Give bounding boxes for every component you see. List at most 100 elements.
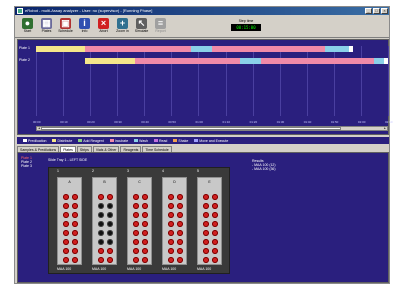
well[interactable] (168, 230, 174, 236)
slide-plate[interactable]: C (127, 177, 152, 265)
well[interactable] (107, 203, 113, 209)
well[interactable] (142, 248, 148, 254)
well[interactable] (63, 230, 69, 236)
well[interactable] (203, 248, 209, 254)
well[interactable] (142, 230, 148, 236)
well[interactable] (168, 212, 174, 218)
well[interactable] (142, 212, 148, 218)
well[interactable] (142, 257, 148, 263)
well[interactable] (212, 203, 218, 209)
well[interactable] (98, 239, 104, 245)
well[interactable] (177, 212, 183, 218)
timeline-scrollbar[interactable]: ◂ ▸ (36, 126, 388, 131)
well[interactable] (133, 194, 139, 200)
gantt-bar[interactable] (212, 46, 237, 52)
slide-plate[interactable]: D (162, 177, 187, 265)
toolbar-button-simulate[interactable]: ↖ Simulate (133, 17, 150, 37)
well[interactable] (212, 239, 218, 245)
well[interactable] (142, 194, 148, 200)
well[interactable] (168, 203, 174, 209)
gantt-bar[interactable] (261, 58, 374, 64)
well[interactable] (212, 248, 218, 254)
well[interactable] (212, 194, 218, 200)
well[interactable] (98, 221, 104, 227)
well[interactable] (107, 212, 113, 218)
well[interactable] (212, 221, 218, 227)
gantt-bar[interactable] (349, 46, 353, 52)
well[interactable] (212, 257, 218, 263)
well[interactable] (177, 239, 183, 245)
well[interactable] (177, 194, 183, 200)
well[interactable] (203, 239, 209, 245)
close-button[interactable]: × (381, 8, 388, 14)
well[interactable] (98, 212, 104, 218)
well[interactable] (133, 239, 139, 245)
well[interactable] (72, 230, 78, 236)
well[interactable] (203, 230, 209, 236)
well[interactable] (72, 221, 78, 227)
well[interactable] (168, 257, 174, 263)
well[interactable] (133, 248, 139, 254)
well[interactable] (63, 257, 69, 263)
gantt-bar[interactable] (236, 46, 325, 52)
scroll-right-icon[interactable]: ▸ (383, 127, 387, 130)
toolbar-button-info[interactable]: i Info (76, 17, 93, 37)
well[interactable] (142, 239, 148, 245)
well[interactable] (72, 203, 78, 209)
well[interactable] (168, 221, 174, 227)
well[interactable] (133, 203, 139, 209)
well[interactable] (133, 257, 139, 263)
well[interactable] (72, 212, 78, 218)
well[interactable] (72, 257, 78, 263)
well[interactable] (142, 203, 148, 209)
well[interactable] (63, 248, 69, 254)
gantt-bar[interactable] (324, 46, 350, 52)
well[interactable] (203, 212, 209, 218)
well[interactable] (63, 203, 69, 209)
gantt-bar[interactable] (85, 58, 135, 64)
well[interactable] (177, 230, 183, 236)
well[interactable] (107, 248, 113, 254)
well[interactable] (63, 212, 69, 218)
well[interactable] (203, 257, 209, 263)
gantt-bar[interactable] (240, 58, 262, 64)
well[interactable] (177, 248, 183, 254)
well[interactable] (72, 239, 78, 245)
well[interactable] (72, 194, 78, 200)
well[interactable] (177, 221, 183, 227)
gantt-bar[interactable] (190, 46, 212, 52)
plate-list-item[interactable]: Plate 3 (21, 164, 32, 168)
well[interactable] (133, 212, 139, 218)
gantt-bar[interactable] (85, 46, 191, 52)
well[interactable] (212, 230, 218, 236)
slide-plate[interactable]: B (92, 177, 117, 265)
well[interactable] (63, 239, 69, 245)
well[interactable] (203, 194, 209, 200)
well[interactable] (98, 230, 104, 236)
gantt-bar[interactable] (373, 58, 385, 64)
well[interactable] (63, 221, 69, 227)
well[interactable] (168, 194, 174, 200)
slide-plate[interactable]: A (57, 177, 82, 265)
well[interactable] (107, 230, 113, 236)
well[interactable] (168, 248, 174, 254)
well[interactable] (177, 203, 183, 209)
well[interactable] (72, 248, 78, 254)
well[interactable] (98, 257, 104, 263)
well[interactable] (98, 194, 104, 200)
well[interactable] (203, 221, 209, 227)
gantt-bar[interactable] (384, 58, 388, 64)
well[interactable] (107, 194, 113, 200)
well[interactable] (133, 230, 139, 236)
well[interactable] (203, 203, 209, 209)
well[interactable] (107, 221, 113, 227)
gantt-bar[interactable] (134, 58, 241, 64)
toolbar-button-abort[interactable]: × Abort (95, 17, 112, 37)
toolbar-button-zoom-in[interactable]: + Zoom in (114, 17, 131, 37)
well[interactable] (177, 257, 183, 263)
scroll-thumb[interactable] (41, 127, 341, 130)
well[interactable] (142, 221, 148, 227)
toolbar-button-plates[interactable]: ▦ Plates (38, 17, 55, 37)
well[interactable] (98, 203, 104, 209)
well[interactable] (133, 221, 139, 227)
